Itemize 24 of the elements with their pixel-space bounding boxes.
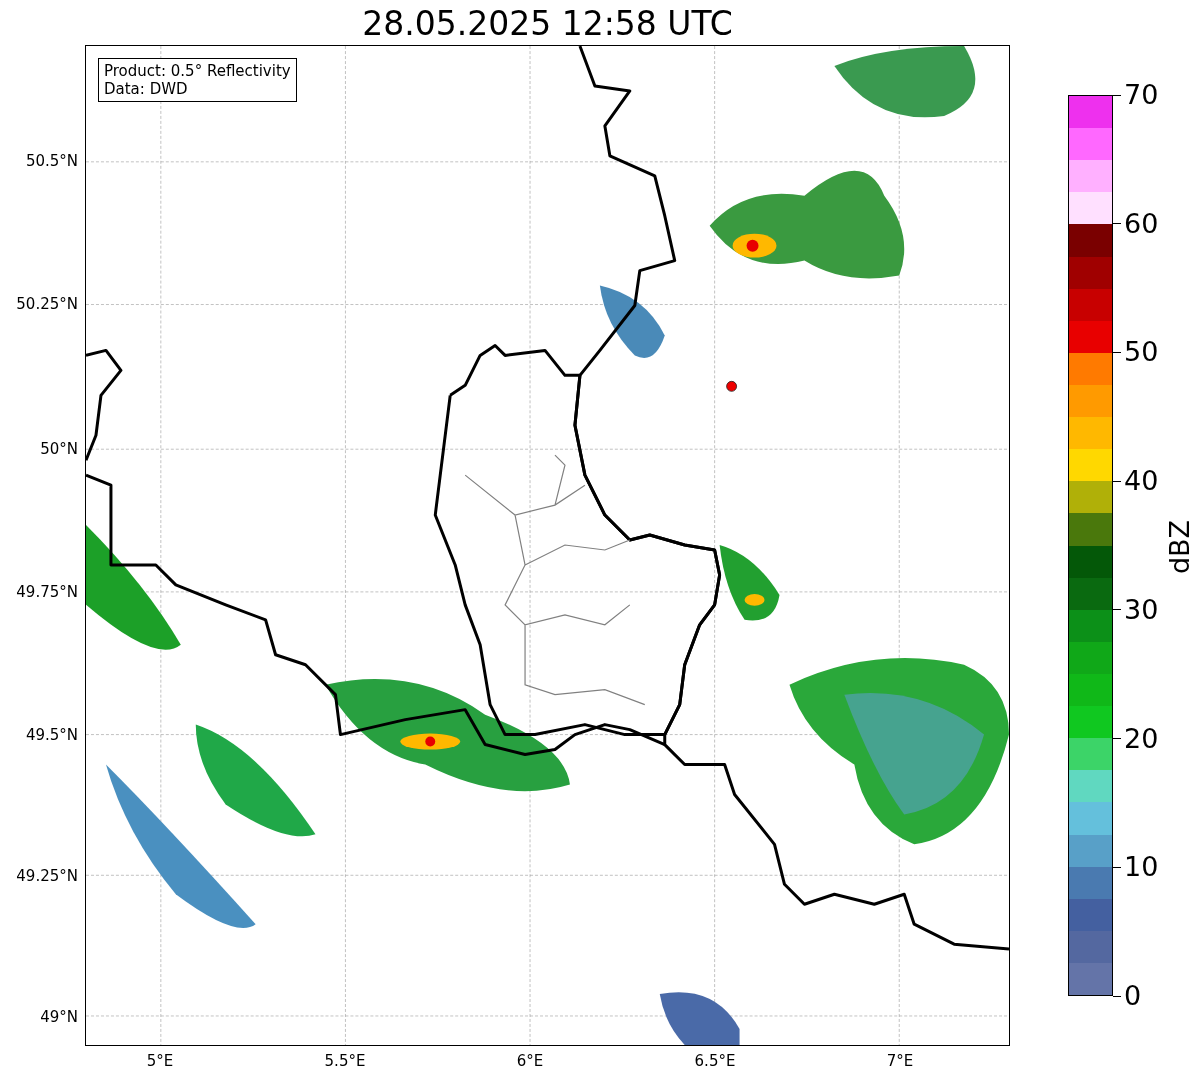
colorbar-tick-label: 10: [1124, 852, 1159, 883]
colorbar-tick-label: 60: [1124, 208, 1159, 239]
colorbar-tick-label: 30: [1124, 594, 1159, 625]
axis-tick-label: 49.5°N: [25, 726, 78, 744]
axis-tick-label: 5.5°E: [323, 1052, 367, 1070]
info-text: Product: 0.5° Reflectivity: [104, 62, 291, 80]
axis-tick-label: 5°E: [145, 1052, 175, 1070]
colorbar-tick-label: 70: [1124, 80, 1159, 110]
axis-tick-label: 50.5°N: [25, 152, 78, 170]
axis-tick-label: 49°N: [40, 1008, 78, 1026]
colorbar-tick-label: 50: [1124, 337, 1159, 368]
axis-tick-label: 6.5°E: [693, 1052, 737, 1070]
colorbar-tick-label: 20: [1124, 723, 1159, 754]
axis-tick-label: 7°E: [885, 1052, 915, 1070]
chart-title: 28.05.2025 12:58 UTC: [361, 4, 734, 44]
axis-tick-label: 49.75°N: [16, 583, 78, 601]
colorbar-label: dBZ: [1163, 518, 1196, 577]
axis-tick-label: 6°E: [515, 1052, 545, 1070]
colorbar-tick-label: 0: [1124, 981, 1142, 1011]
info-text: Data: DWD: [104, 80, 189, 98]
axis-tick-label: 50.25°N: [16, 295, 78, 313]
axis-tick-label: 49.25°N: [16, 867, 78, 885]
axis-tick-label: 50°N: [40, 440, 78, 458]
colorbar-tick-label: 40: [1124, 466, 1159, 497]
